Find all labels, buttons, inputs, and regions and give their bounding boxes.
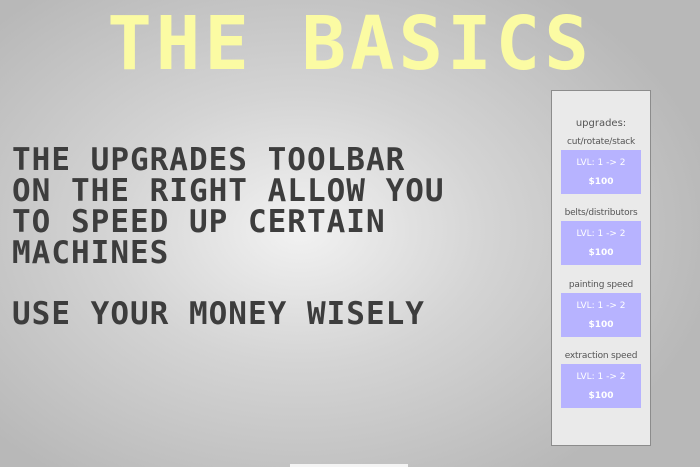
tutorial-tip: USE YOUR MONEY WISELY [12, 296, 425, 332]
tutorial-line: TO SPEED UP CERTAIN [12, 204, 386, 240]
page-title: THE BASICS [107, 1, 593, 87]
upgrade-price: $100 [588, 248, 614, 258]
tutorial-text: THE UPGRADES TOOLBAR ON THE RIGHT ALLOW … [12, 145, 542, 330]
upgrades-title: upgrades: [575, 118, 627, 129]
tutorial-line: MACHINES [12, 235, 170, 271]
upgrade-label-belts-distributors: belts/distributors [564, 208, 638, 218]
upgrade-level: LVL: 1 -> 2 [576, 301, 626, 311]
upgrade-button-extraction-speed[interactable]: LVL: 1 -> 2 $100 [561, 364, 641, 408]
tutorial-line: ON THE RIGHT ALLOW YOU [12, 173, 445, 209]
upgrade-button-cut-rotate-stack[interactable]: LVL: 1 -> 2 $100 [561, 150, 641, 194]
tutorial-line: THE UPGRADES TOOLBAR [12, 142, 406, 178]
upgrades-toolbar: upgrades: cut/rotate/stack LVL: 1 -> 2 $… [551, 90, 651, 446]
upgrade-level: LVL: 1 -> 2 [576, 372, 626, 382]
upgrade-price: $100 [588, 177, 614, 187]
upgrade-button-belts-distributors[interactable]: LVL: 1 -> 2 $100 [561, 221, 641, 265]
upgrade-label-painting-speed: painting speed [568, 280, 634, 290]
upgrade-button-painting-speed[interactable]: LVL: 1 -> 2 $100 [561, 293, 641, 337]
upgrade-level: LVL: 1 -> 2 [576, 158, 626, 168]
upgrade-label-cut-rotate-stack: cut/rotate/stack [566, 137, 636, 147]
upgrade-label-extraction-speed: extraction speed [564, 351, 638, 361]
upgrade-price: $100 [588, 391, 614, 401]
upgrade-price: $100 [588, 320, 614, 330]
upgrade-level: LVL: 1 -> 2 [576, 229, 626, 239]
